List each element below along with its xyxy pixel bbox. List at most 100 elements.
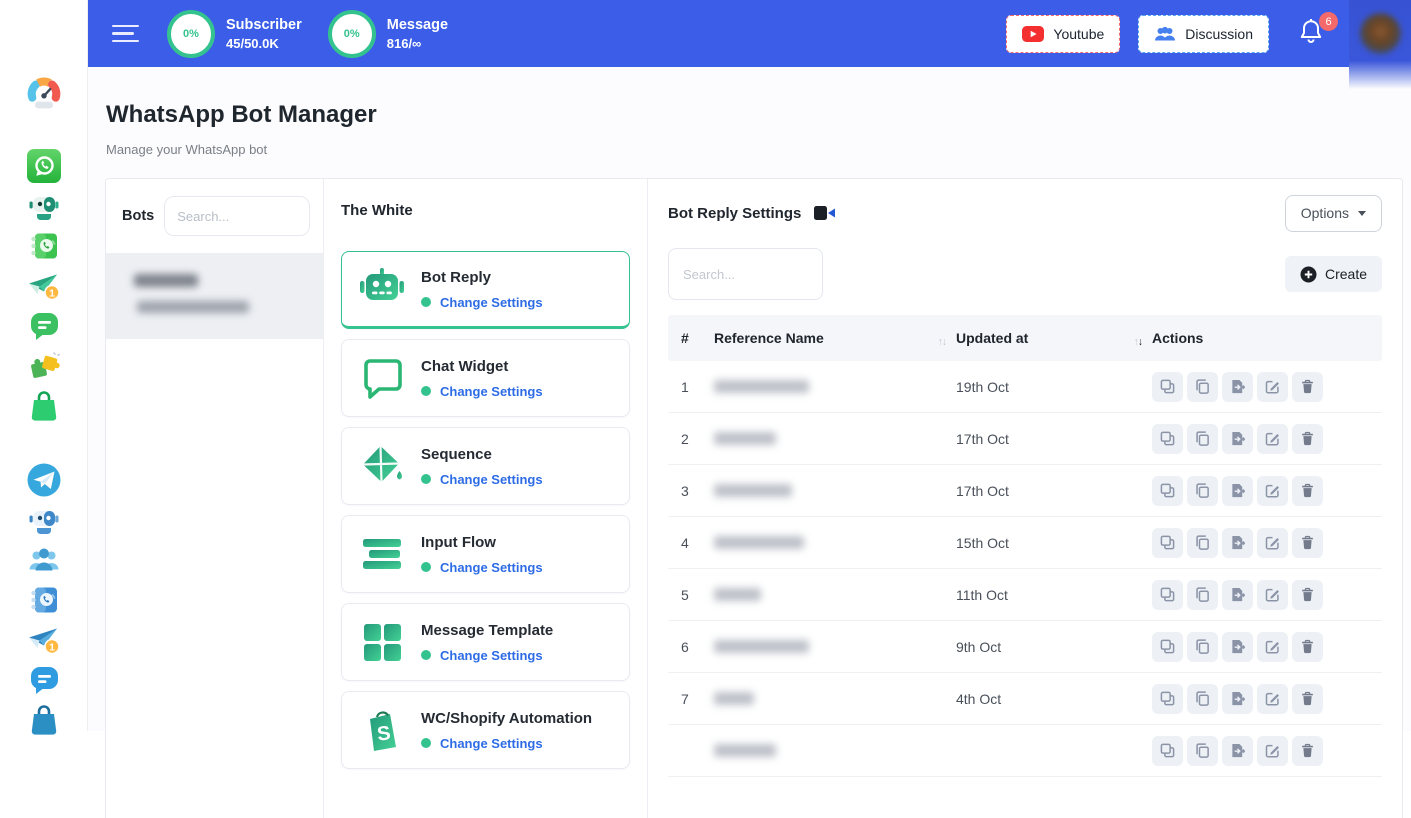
copy-button[interactable] xyxy=(1187,476,1218,506)
sidebar-item-telegram-bot[interactable] xyxy=(26,502,62,538)
sidebar-item-whatsapp-bot[interactable] xyxy=(26,188,62,224)
change-settings-link[interactable]: Change Settings xyxy=(440,560,543,575)
edit-button[interactable] xyxy=(1257,424,1288,454)
status-dot xyxy=(421,386,431,396)
delete-button[interactable] xyxy=(1292,476,1323,506)
change-settings-link[interactable]: Change Settings xyxy=(440,736,543,751)
export-button[interactable] xyxy=(1222,684,1253,714)
edit-button[interactable] xyxy=(1257,528,1288,558)
bots-column: Bots xyxy=(106,179,324,818)
plus-circle-icon xyxy=(1300,266,1317,283)
copy-button[interactable] xyxy=(1187,424,1218,454)
create-button[interactable]: Create xyxy=(1285,256,1382,292)
copy-button[interactable] xyxy=(1187,580,1218,610)
reference-name-redacted xyxy=(714,640,809,653)
edit-button[interactable] xyxy=(1257,580,1288,610)
edit-button[interactable] xyxy=(1257,684,1288,714)
edit-button[interactable] xyxy=(1257,736,1288,766)
whatsapp-chat-icon xyxy=(27,309,61,343)
sidebar-item-telegram-chat[interactable] xyxy=(26,662,62,698)
delete-button[interactable] xyxy=(1292,632,1323,662)
sidebar-item-whatsapp[interactable] xyxy=(26,148,62,184)
delete-button[interactable] xyxy=(1292,424,1323,454)
reply-search-input[interactable] xyxy=(668,248,823,300)
export-button[interactable] xyxy=(1222,580,1253,610)
change-settings-link[interactable]: Change Settings xyxy=(440,472,543,487)
change-settings-link[interactable]: Change Settings xyxy=(440,384,543,399)
export-button[interactable] xyxy=(1222,632,1253,662)
settings-card-sequence[interactable]: Sequence Change Settings xyxy=(341,427,630,505)
settings-card-wc-shopify[interactable]: S WC/Shopify Automation Change Settings xyxy=(341,691,630,769)
change-settings-link[interactable]: Change Settings xyxy=(440,648,543,663)
sidebar-item-whatsapp-chat[interactable] xyxy=(26,308,62,344)
edit-button[interactable] xyxy=(1257,476,1288,506)
sort-icon[interactable]: ↑↓ xyxy=(938,336,947,348)
duplicate-button[interactable] xyxy=(1152,580,1183,610)
edit-button[interactable] xyxy=(1257,372,1288,402)
youtube-button[interactable]: Youtube xyxy=(1006,15,1120,53)
card-title: Bot Reply xyxy=(421,269,543,286)
export-button[interactable] xyxy=(1222,476,1253,506)
delete-button[interactable] xyxy=(1292,736,1323,766)
copy-button[interactable] xyxy=(1187,372,1218,402)
copy-button[interactable] xyxy=(1187,684,1218,714)
duplicate-button[interactable] xyxy=(1152,372,1183,402)
top-navbar: 0% Subscriber 45/50.0K 0% Message 816/∞ … xyxy=(88,0,1411,67)
duplicate-button[interactable] xyxy=(1152,528,1183,558)
delete-button[interactable] xyxy=(1292,684,1323,714)
duplicate-button[interactable] xyxy=(1152,632,1183,662)
sidebar-item-telegram-broadcast[interactable]: 1 xyxy=(26,622,62,658)
column-header-updated-at[interactable]: Updated at ↑↓ xyxy=(956,329,1152,348)
duplicate-button[interactable] xyxy=(1152,736,1183,766)
copy-button[interactable] xyxy=(1187,528,1218,558)
duplicate-button[interactable] xyxy=(1152,476,1183,506)
sidebar-item-telegram-groups[interactable] xyxy=(26,542,62,578)
duplicate-button[interactable] xyxy=(1152,424,1183,454)
copy-button[interactable] xyxy=(1187,632,1218,662)
sidebar-item-dashboard[interactable] xyxy=(26,76,62,112)
notifications-button[interactable]: 6 xyxy=(1299,18,1325,49)
edit-button[interactable] xyxy=(1257,632,1288,662)
bot-list-item-selected[interactable] xyxy=(106,254,323,339)
export-button[interactable] xyxy=(1222,424,1253,454)
options-button[interactable]: Options xyxy=(1285,195,1382,232)
discussion-button[interactable]: Discussion xyxy=(1138,15,1269,53)
sidebar-item-telegram[interactable] xyxy=(26,462,62,498)
status-dot xyxy=(421,562,431,572)
column-header-label: Updated at xyxy=(956,330,1028,346)
copy-button[interactable] xyxy=(1187,736,1218,766)
export-icon xyxy=(1230,587,1245,602)
sidebar-item-whatsapp-store[interactable] xyxy=(26,388,62,424)
sidebar-item-integrations[interactable] xyxy=(26,348,62,384)
export-button[interactable] xyxy=(1222,372,1253,402)
settings-card-message-template[interactable]: Message Template Change Settings xyxy=(341,603,630,681)
export-button[interactable] xyxy=(1222,736,1253,766)
export-icon xyxy=(1230,691,1245,706)
sidebar-item-telegram-store[interactable] xyxy=(26,702,62,738)
user-menu-button[interactable] xyxy=(1349,0,1411,89)
bots-search-input[interactable] xyxy=(164,196,310,236)
delete-button[interactable] xyxy=(1292,580,1323,610)
table-row xyxy=(668,725,1382,777)
sort-icon-active[interactable]: ↑↓ xyxy=(1134,336,1143,348)
chevron-down-icon xyxy=(1358,211,1366,216)
hamburger-menu-icon[interactable] xyxy=(112,25,139,43)
delete-button[interactable] xyxy=(1292,372,1323,402)
sidebar-item-whatsapp-contacts[interactable] xyxy=(26,228,62,264)
settings-card-chat-widget[interactable]: Chat Widget Change Settings xyxy=(341,339,630,417)
column-header-reference-name[interactable]: Reference Name ↑↓ xyxy=(714,329,956,348)
sidebar-item-telegram-contacts[interactable] xyxy=(26,582,62,618)
change-settings-link[interactable]: Change Settings xyxy=(440,295,543,310)
settings-card-input-flow[interactable]: Input Flow Change Settings xyxy=(341,515,630,593)
reference-name-redacted xyxy=(714,744,776,757)
status-dot xyxy=(421,474,431,484)
settings-card-bot-reply[interactable]: Bot Reply Change Settings xyxy=(341,251,630,329)
delete-button[interactable] xyxy=(1292,528,1323,558)
sidebar-item-whatsapp-broadcast[interactable]: 1 xyxy=(26,268,62,304)
message-progress-ring: 0% xyxy=(328,10,376,58)
row-number: 2 xyxy=(668,431,714,447)
paint-bucket-icon xyxy=(359,444,405,488)
edit-icon xyxy=(1265,691,1280,706)
duplicate-button[interactable] xyxy=(1152,684,1183,714)
export-button[interactable] xyxy=(1222,528,1253,558)
